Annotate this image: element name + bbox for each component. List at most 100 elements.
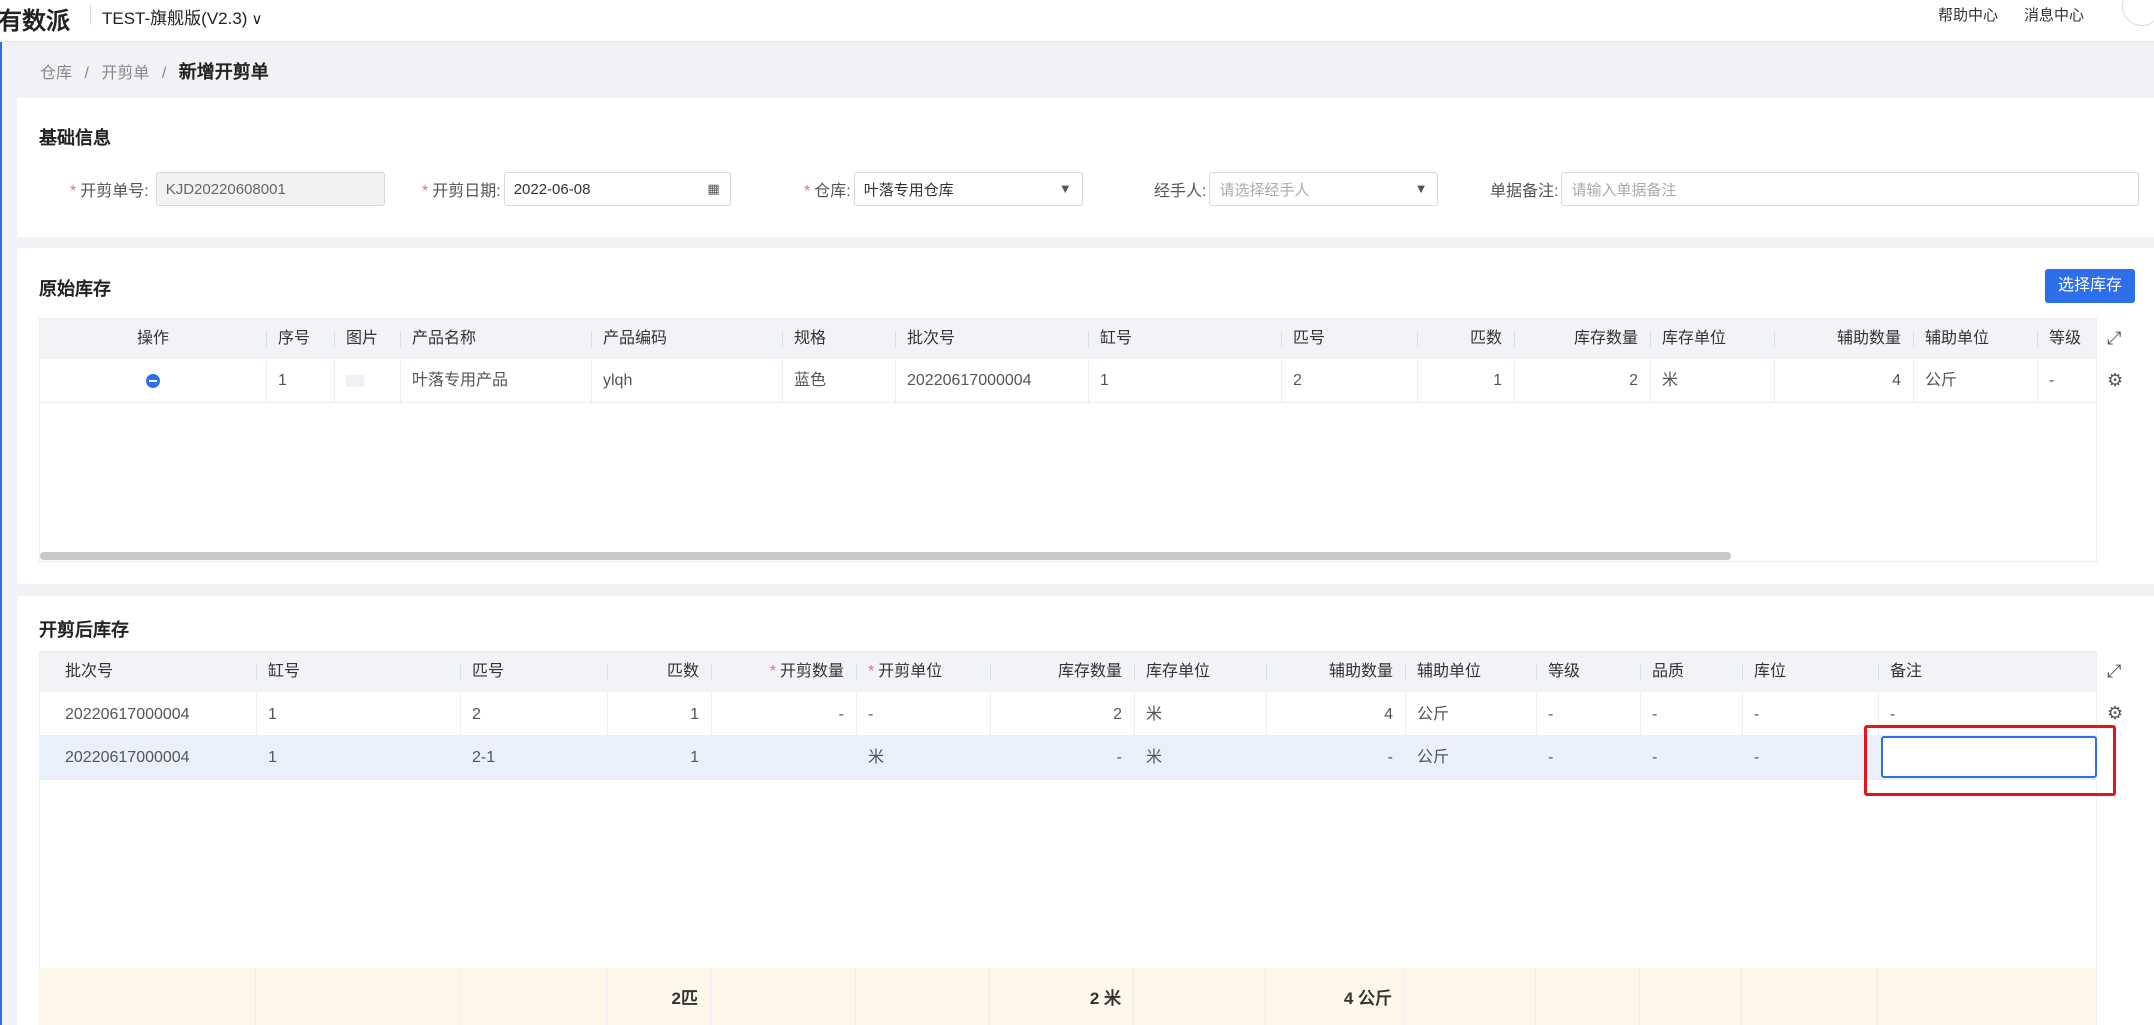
grade-cell: - bbox=[1548, 706, 1554, 723]
left-accent-line bbox=[0, 42, 2, 1025]
warehouse-field: * 仓库: 叶落专用仓库 ▼ bbox=[804, 172, 1083, 206]
grade-cell: - bbox=[2049, 372, 2055, 389]
location-cell: - bbox=[1754, 706, 1760, 723]
remark-input[interactable]: 请输入单据备注 bbox=[1561, 172, 2140, 206]
avatar[interactable] bbox=[2122, 0, 2154, 26]
pieces-cell: 1 bbox=[690, 706, 699, 723]
vat-cell: 1 bbox=[1100, 372, 1109, 389]
image-cell bbox=[334, 361, 400, 401]
piece-no-cell: 2-1 bbox=[472, 749, 496, 766]
message-center-link[interactable]: 消息中心 bbox=[2024, 4, 2084, 25]
gear-icon[interactable]: ⚙ bbox=[2107, 370, 2123, 391]
header-divider bbox=[90, 5, 91, 25]
stock-qty-cell: 2 bbox=[1113, 706, 1122, 723]
stock-unit-cell: 米 bbox=[1662, 372, 1679, 389]
fullscreen-icon[interactable]: ⤢ bbox=[2107, 328, 2121, 349]
col-batch: 批次号 bbox=[65, 663, 114, 680]
basic-info-card: 基础信息 bbox=[17, 98, 2154, 237]
cut-unit-cell[interactable]: 米 bbox=[856, 738, 990, 778]
cut-date-field: * 开剪日期: 2022-06-08 ▦ bbox=[422, 172, 731, 206]
remark-field: 单据备注: 请输入单据备注 bbox=[1490, 172, 2140, 206]
spec-cell: 蓝色 bbox=[794, 372, 827, 389]
breadcrumb-separator: / bbox=[84, 65, 89, 82]
col-cut-qty: * 开剪数量 bbox=[769, 663, 844, 680]
col-aux-qty: 辅助数量 bbox=[1328, 663, 1393, 680]
fullscreen-icon[interactable]: ⤢ bbox=[2107, 661, 2121, 682]
quality-cell: - bbox=[1652, 749, 1658, 766]
order-no-field: * 开剪单号: KJD20220608001 bbox=[70, 172, 385, 206]
breadcrumb-cut-order[interactable]: 开剪单 bbox=[101, 65, 149, 82]
seq-cell: 1 bbox=[278, 372, 287, 389]
breadcrumb-warehouse[interactable]: 仓库 bbox=[40, 65, 72, 82]
product-image-icon[interactable] bbox=[346, 374, 364, 387]
col-stock-qty: 库存数量 bbox=[1057, 663, 1122, 680]
pieces-cell: 1 bbox=[1493, 372, 1502, 389]
remark-label: 单据备注: bbox=[1490, 183, 1559, 200]
horizontal-scrollbar[interactable] bbox=[40, 552, 1731, 560]
col-operation: 操作 bbox=[136, 330, 169, 347]
basic-info-title: 基础信息 bbox=[39, 128, 111, 148]
stock-qty-cell: - bbox=[1116, 749, 1122, 766]
remove-row-icon[interactable] bbox=[146, 373, 160, 388]
handler-field: 经手人: 请选择经手人 ▼ bbox=[1154, 172, 1439, 206]
quality-cell: - bbox=[1652, 706, 1658, 723]
col-piece-no: 匹号 bbox=[1293, 330, 1326, 347]
col-aux-unit: 辅助单位 bbox=[1417, 663, 1482, 680]
calendar-icon: ▦ bbox=[707, 181, 720, 196]
col-product-name: 产品名称 bbox=[412, 330, 477, 347]
aux-unit-cell: 公斤 bbox=[1417, 749, 1450, 766]
col-stock-unit: 库存单位 bbox=[1662, 330, 1727, 347]
col-image: 图片 bbox=[346, 330, 379, 347]
warehouse-select[interactable]: 叶落专用仓库 ▼ bbox=[853, 172, 1083, 206]
handler-select[interactable]: 请选择经手人 ▼ bbox=[1209, 172, 1439, 206]
gear-icon[interactable]: ⚙ bbox=[2107, 703, 2123, 724]
col-location: 库位 bbox=[1754, 663, 1787, 680]
order-no-label: * 开剪单号: bbox=[70, 183, 149, 200]
aux-unit-cell: 公斤 bbox=[1925, 372, 1958, 389]
table-header: 操作 序号 图片 产品名称 产品编码 规格 批次号 缸号 匹号 匹数 库存数量 … bbox=[40, 319, 2096, 359]
piece-no-cell: 2 bbox=[472, 706, 481, 723]
stock-unit-cell: 米 bbox=[1146, 706, 1163, 723]
product-code-cell: ylqh bbox=[603, 372, 633, 389]
col-spec: 规格 bbox=[794, 330, 827, 347]
version-switcher[interactable]: TEST-旗舰版(V2.3) ∨ bbox=[102, 4, 262, 29]
summary-aux: 4 公斤 bbox=[1343, 989, 1392, 1008]
cut-qty-cell[interactable] bbox=[711, 738, 856, 778]
batch-cell: 20220617000004 bbox=[65, 706, 190, 723]
select-stock-button[interactable]: 选择库存 bbox=[2045, 269, 2135, 303]
summary-stock: 2 米 bbox=[1089, 989, 1121, 1008]
original-stock-table: 操作 序号 图片 产品名称 产品编码 规格 批次号 缸号 匹号 匹数 库存数量 … bbox=[39, 318, 2097, 562]
help-center-link[interactable]: 帮助中心 bbox=[1938, 4, 1998, 25]
order-no-input: KJD20220608001 bbox=[155, 172, 385, 206]
aux-qty-cell: 4 bbox=[1384, 706, 1393, 723]
stock-qty-cell: 2 bbox=[1629, 372, 1638, 389]
col-vat: 缸号 bbox=[1100, 330, 1133, 347]
stock-unit-cell: 米 bbox=[1146, 749, 1163, 766]
cut-date-label: * 开剪日期: bbox=[422, 183, 501, 200]
grade-cell: - bbox=[1548, 749, 1554, 766]
summary-pieces: 2匹 bbox=[671, 989, 698, 1008]
page-title: 新增开剪单 bbox=[178, 62, 269, 82]
handler-label: 经手人: bbox=[1154, 183, 1207, 200]
col-cut-unit: * 开剪单位 bbox=[868, 663, 943, 680]
top-bar: 有数派 TEST-旗舰版(V2.3) ∨ 帮助中心 消息中心 bbox=[0, 0, 2154, 42]
batch-cell: 20220617000004 bbox=[907, 372, 1032, 389]
location-cell: - bbox=[1754, 749, 1760, 766]
col-aux-unit: 辅助单位 bbox=[1925, 330, 1990, 347]
col-aux-qty: 辅助数量 bbox=[1836, 330, 1901, 347]
table-header: 批次号 缸号 匹号 匹数 * 开剪数量 * 开剪单位 库存数量 库存单位 辅助数量 … bbox=[40, 652, 2096, 692]
caret-down-icon: ▼ bbox=[1414, 181, 1428, 196]
col-product-code: 产品编码 bbox=[603, 330, 668, 347]
summary-row: 2匹 2 米 4 公斤 bbox=[39, 968, 2096, 1025]
product-name-cell: 叶落专用产品 bbox=[412, 372, 509, 389]
cut-unit-cell: - bbox=[868, 706, 874, 723]
cut-date-picker[interactable]: 2022-06-08 ▦ bbox=[503, 172, 731, 206]
operation-cell bbox=[40, 361, 266, 401]
pieces-cell: 1 bbox=[690, 749, 699, 766]
col-grade: 等级 bbox=[1548, 663, 1581, 680]
chevron-down-icon: ∨ bbox=[251, 11, 263, 28]
col-grade: 等级 bbox=[2049, 330, 2082, 347]
warehouse-label: * 仓库: bbox=[804, 183, 851, 200]
batch-cell: 20220617000004 bbox=[65, 749, 190, 766]
vat-cell: 1 bbox=[268, 749, 277, 766]
